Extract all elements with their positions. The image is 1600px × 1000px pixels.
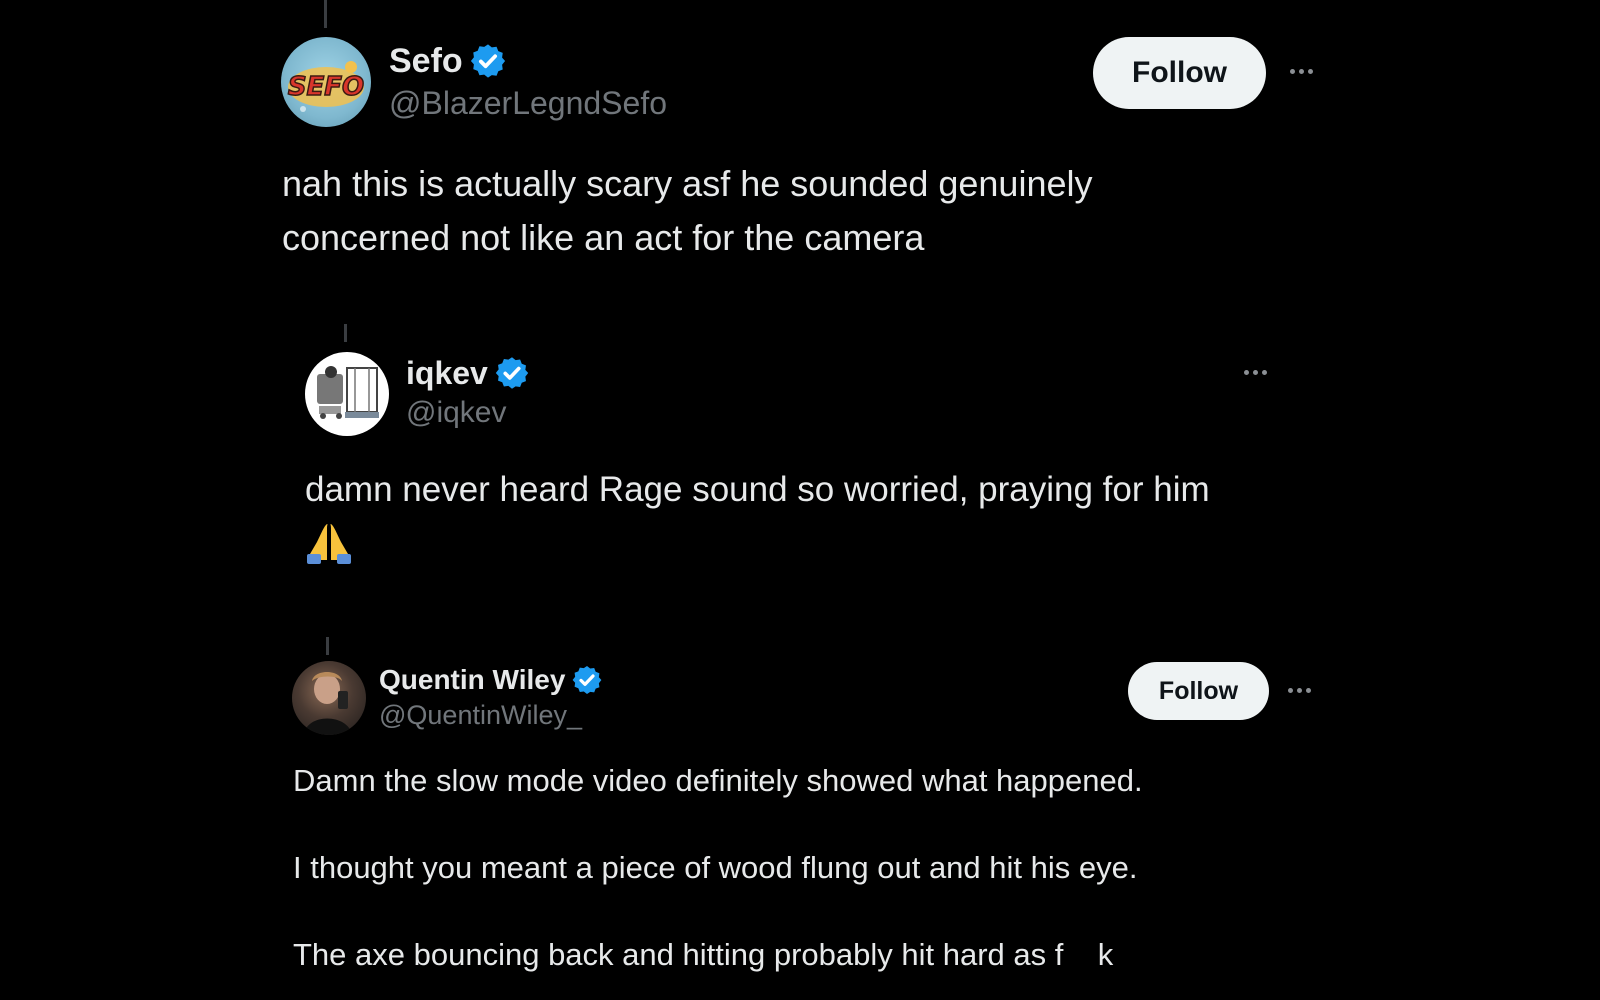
more-options-icon[interactable]	[1290, 69, 1313, 74]
handle[interactable]: @iqkev	[406, 396, 507, 430]
follow-button[interactable]: Follow	[1128, 662, 1269, 720]
svg-text:SEFO: SEFO	[288, 72, 364, 102]
verified-badge-icon	[573, 666, 602, 694]
thread-connector-mid	[344, 324, 347, 342]
more-options-icon[interactable]	[1288, 688, 1311, 693]
sketch-avatar-icon	[317, 366, 379, 419]
thread-connector-top	[324, 0, 327, 28]
handle[interactable]: @BlazerLegndSefo	[389, 85, 667, 122]
more-options-icon[interactable]	[1244, 370, 1267, 375]
post-paragraph: I thought you meant a piece of wood flun…	[293, 850, 1138, 885]
person-photo-icon	[304, 672, 352, 735]
verified-badge-icon	[470, 44, 505, 78]
post-paragraph: The axe bouncing back and hitting probab…	[293, 937, 1114, 972]
post-text-line: concerned not like an act for the camera	[282, 217, 925, 258]
display-name[interactable]: iqkev	[406, 355, 488, 392]
handle[interactable]: @QuentinWiley_	[379, 700, 582, 731]
praying-hands-icon	[305, 520, 353, 569]
display-name[interactable]: Sefo	[389, 42, 463, 81]
post-text-line: damn never heard Rage sound so worried, …	[305, 470, 1210, 509]
avatar[interactable]	[292, 661, 366, 735]
display-name[interactable]: Quentin Wiley	[379, 664, 565, 696]
post-text-line: nah this is actually scary asf he sounde…	[282, 163, 1093, 204]
avatar[interactable]	[305, 352, 389, 436]
avatar[interactable]: SEFO	[281, 37, 371, 127]
follow-button[interactable]: Follow	[1093, 37, 1266, 109]
sefo-logo-icon: SEFO	[287, 61, 365, 112]
verified-badge-icon	[495, 357, 529, 389]
thread-connector-bottom	[326, 637, 329, 655]
post-paragraph: Damn the slow mode video definitely show…	[293, 763, 1143, 798]
